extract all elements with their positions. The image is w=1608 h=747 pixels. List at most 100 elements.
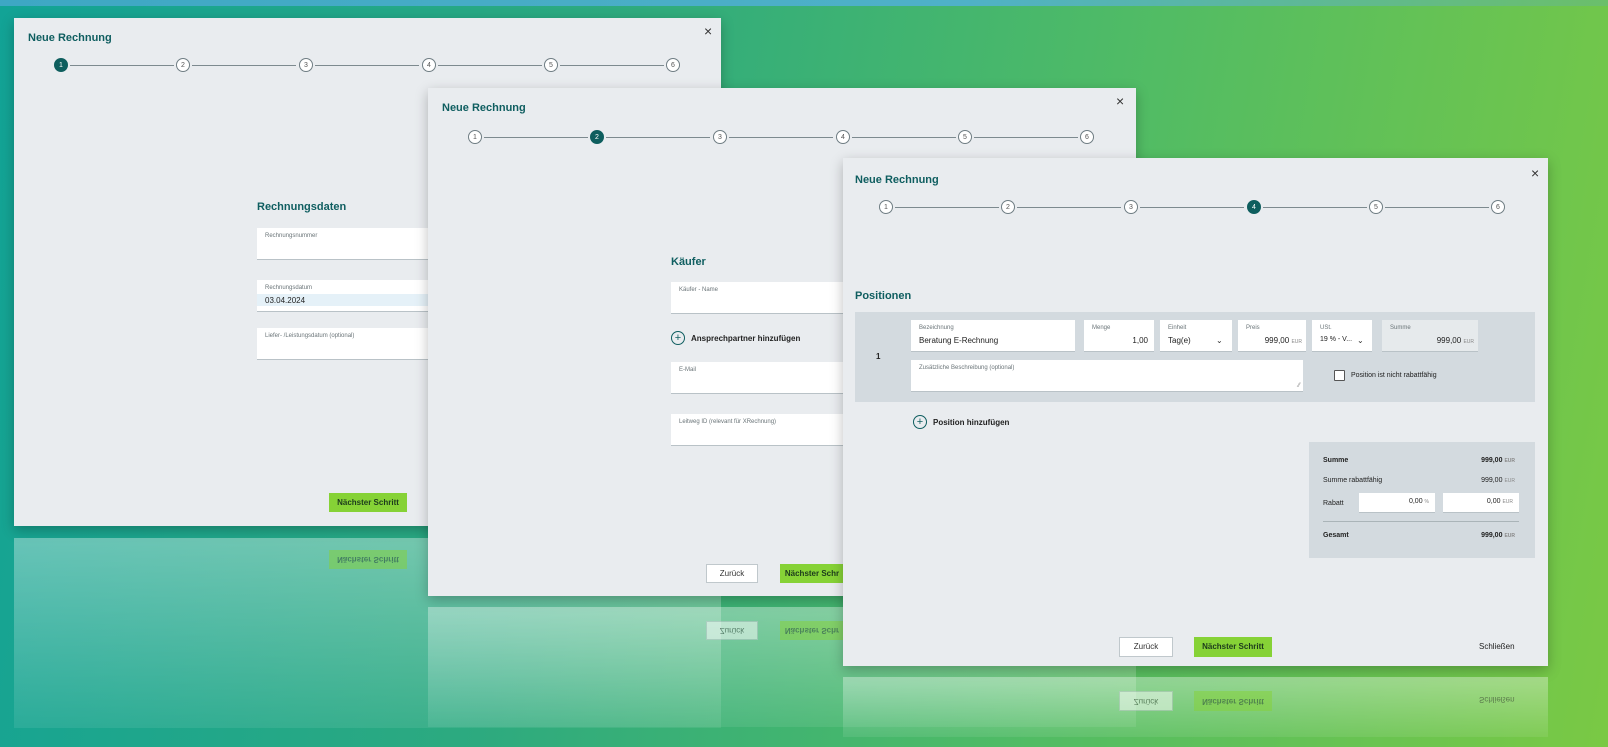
field-value: Tag(e)	[1168, 336, 1191, 345]
leitweg-id-field[interactable]: Leitweg ID (relevant für XRechnung)	[671, 414, 843, 446]
discount-amount-input[interactable]: 0,00 EUR	[1443, 493, 1519, 513]
discountable-value: 999,00	[1481, 477, 1503, 484]
field-value: 03.04.2024	[265, 296, 306, 305]
no-discount-checkbox[interactable]	[1334, 370, 1345, 381]
step-connector	[560, 65, 664, 66]
top-accent-bar	[0, 0, 1608, 6]
step-connector	[974, 137, 1078, 138]
discount-percent-input[interactable]: 0,00 %	[1359, 493, 1435, 513]
add-position-link[interactable]: Position hinzufügen	[933, 418, 1009, 427]
row-number: 1	[876, 352, 881, 361]
email-field[interactable]: E-Mail	[671, 362, 843, 394]
reflected-close-button: Schließen	[1479, 695, 1515, 704]
step-3[interactable]: 3	[1124, 200, 1138, 214]
step-6[interactable]: 6	[1491, 200, 1505, 214]
discount-label: Rabatt	[1323, 500, 1344, 507]
field-label: Summe	[1390, 325, 1411, 331]
back-button[interactable]: Zurück	[1119, 637, 1173, 657]
invoice-date-field[interactable]: Rechnungsdatum 03.04.2024	[257, 280, 429, 312]
next-step-button[interactable]: Nächster Schritt	[329, 493, 407, 512]
step-2[interactable]: 2	[176, 58, 190, 72]
next-step-button[interactable]: Nächster Schritt	[1194, 637, 1272, 657]
step-5[interactable]: 5	[544, 58, 558, 72]
step-4[interactable]: 4	[422, 58, 436, 72]
step-connector	[1385, 207, 1489, 208]
close-button[interactable]: Schließen	[1479, 642, 1515, 651]
back-button[interactable]: Zurück	[706, 564, 758, 583]
field-label: Käufer - Name	[679, 287, 719, 293]
step-5[interactable]: 5	[958, 130, 972, 144]
step-2[interactable]: 2	[1001, 200, 1015, 214]
add-position-icon[interactable]: +	[913, 415, 927, 429]
delivery-date-field[interactable]: Liefer- /Leistungsdatum (optional)	[257, 328, 429, 360]
step-3[interactable]: 3	[299, 58, 313, 72]
discount-amount-value: 0,00	[1486, 498, 1501, 505]
discountable-total: 999,00 EUR	[1481, 477, 1515, 484]
vat-select[interactable]: USt. 19 % - V... ⌄	[1312, 320, 1372, 352]
next-step-button[interactable]: Nächster Schr	[780, 564, 844, 583]
grand-total-value: 999,00	[1481, 532, 1503, 539]
price-field[interactable]: Preis 999,00 EUR	[1238, 320, 1306, 352]
sum-total: 999,00 EUR	[1481, 457, 1515, 464]
field-label: Bezeichnung	[919, 325, 954, 331]
step-connector	[438, 65, 542, 66]
step-connector	[606, 137, 710, 138]
close-icon[interactable]: ×	[1531, 166, 1539, 180]
field-value: Beratung E-Rechnung	[919, 336, 999, 345]
currency-label: EUR	[1504, 533, 1515, 539]
dialog-title: Neue Rechnung	[28, 32, 112, 44]
buyer-name-field[interactable]: Käufer - Name	[671, 282, 843, 314]
step-6[interactable]: 6	[1080, 130, 1094, 144]
field-label: Preis	[1246, 325, 1260, 331]
extra-description-textarea[interactable]: Zusätzliche Beschreibung (optional) ⁄⁄	[911, 360, 1303, 392]
stepper: 1 2 3 4 5 6	[879, 200, 1509, 216]
dialog-title: Neue Rechnung	[442, 102, 526, 114]
sum-value: 999,00	[1436, 336, 1462, 345]
close-icon[interactable]: ×	[704, 24, 712, 38]
invoice-number-field[interactable]: Rechnungsnummer	[257, 228, 429, 260]
stepper: 1 2 3 4 5 6	[54, 58, 684, 74]
currency-label: EUR	[1502, 499, 1513, 505]
dialog-step-4: Neue Rechnung × 1 2 3 4 5 6 Positionen 1…	[843, 158, 1548, 666]
step-connector	[315, 65, 419, 66]
field-label: Menge	[1092, 325, 1111, 331]
reflected-next-button: Nächster Schr	[780, 621, 844, 640]
unit-select[interactable]: Einheit Tag(e) ⌄	[1160, 320, 1232, 352]
step-1[interactable]: 1	[468, 130, 482, 144]
add-contact-icon[interactable]: +	[671, 331, 685, 345]
section-title: Positionen	[855, 290, 912, 302]
field-value: 0,00 EUR	[1487, 498, 1513, 505]
field-label: Zusätzliche Beschreibung (optional)	[919, 365, 1015, 371]
step-4[interactable]: 4	[1247, 200, 1261, 214]
field-label: Leitweg ID (relevant für XRechnung)	[679, 419, 777, 425]
step-1[interactable]: 1	[879, 200, 893, 214]
add-contact-link[interactable]: Ansprechpartner hinzufügen	[691, 334, 800, 343]
row-sum-field: Summe 999,00 EUR	[1382, 320, 1478, 352]
currency-label: EUR	[1291, 339, 1302, 345]
step-connector	[1263, 207, 1367, 208]
step-4[interactable]: 4	[836, 130, 850, 144]
step-connector	[852, 137, 956, 138]
description-field[interactable]: Bezeichnung Beratung E-Rechnung	[911, 320, 1075, 352]
reflected-next-button: Nächster Schritt	[329, 550, 407, 569]
dialog-reflection: Zurück Nächster Schritt Schließen	[843, 677, 1548, 737]
section-title: Käufer	[671, 256, 706, 268]
totals-panel: Summe 999,00 EUR Summe rabattfähig 999,0…	[1309, 442, 1535, 558]
step-5[interactable]: 5	[1369, 200, 1383, 214]
field-value: 19 % - V...	[1320, 336, 1353, 343]
position-row: 1 Bezeichnung Beratung E-Rechnung Menge …	[855, 312, 1535, 402]
discount-percent-value: 0,00	[1408, 498, 1423, 505]
field-label: USt.	[1320, 325, 1332, 331]
chevron-down-icon: ⌄	[1357, 336, 1364, 345]
step-3[interactable]: 3	[713, 130, 727, 144]
close-icon[interactable]: ×	[1116, 94, 1124, 108]
field-label: E-Mail	[679, 367, 697, 373]
step-6[interactable]: 6	[666, 58, 680, 72]
step-connector	[895, 207, 999, 208]
step-1[interactable]: 1	[54, 58, 68, 72]
step-connector	[484, 137, 588, 138]
quantity-field[interactable]: Menge 1,00	[1084, 320, 1154, 352]
currency-label: EUR	[1504, 458, 1515, 464]
reflected-back-button: Zurück	[706, 621, 758, 640]
step-2[interactable]: 2	[590, 130, 604, 144]
